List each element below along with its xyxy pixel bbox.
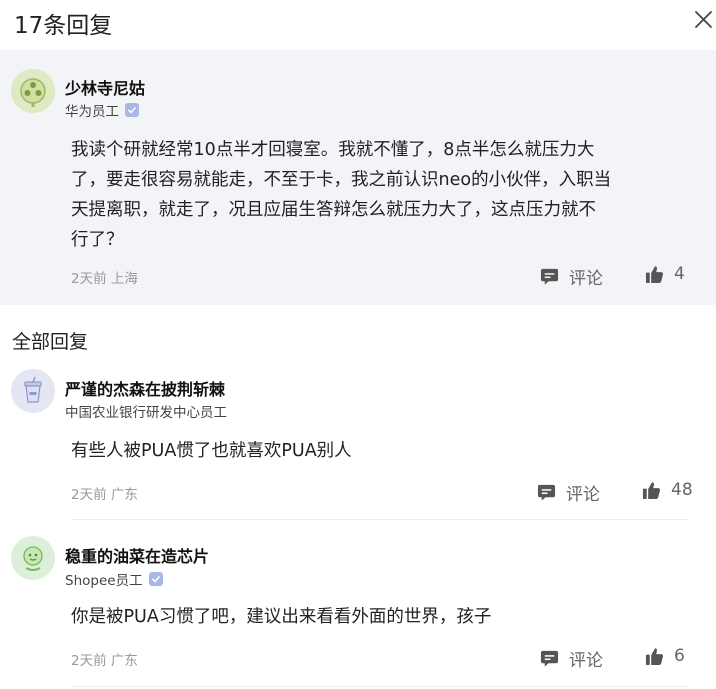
comment-button-label: 评论 (569, 651, 603, 671)
thumbs-up-icon (645, 265, 664, 283)
avatar[interactable] (11, 69, 55, 113)
divider (71, 519, 689, 520)
avatar[interactable] (11, 536, 55, 580)
like-count: 4 (674, 264, 685, 284)
avatar[interactable] (11, 369, 55, 413)
reply-meta: 2天前 广东 (71, 483, 138, 503)
comment-text: 我读个研就经常10点半才回寝室。我就不懂了，8点半怎么就压力大 了，要走很容易就… (71, 135, 611, 255)
comment-line: 行了？ (71, 230, 124, 250)
replies-section-title: 全部回复 (12, 331, 89, 353)
reply-count-title: 17条回复 (14, 13, 113, 39)
company-name: Shopee员工 (65, 573, 143, 589)
like-count: 48 (671, 480, 693, 500)
username[interactable]: 稳重的油菜在造芯片 (65, 543, 209, 567)
company-label: 华为员工 (65, 100, 139, 120)
main-comment: 少林寺尼姑 华为员工 我读个研就经常10点半才回寝室。我就不懂了，8点半怎么就压… (0, 50, 716, 305)
post-time: 2天前 (71, 653, 107, 669)
username[interactable]: 少林寺尼姑 (65, 75, 145, 99)
company-name: 中国农业银行研发中心员工 (65, 405, 227, 421)
divider (71, 686, 689, 687)
comment-button-label: 评论 (566, 485, 600, 505)
like-button[interactable]: 6 (645, 646, 685, 666)
thumbs-up-icon (642, 481, 661, 499)
username[interactable]: 严谨的杰森在披荆斩棘 (65, 376, 225, 400)
post-location: 广东 (110, 487, 138, 503)
comment-line: 天提离职，就走了，况且应届生答辩怎么就压力大了，这点压力就不 (71, 200, 596, 220)
post-location: 上海 (110, 271, 138, 287)
post-time: 2天前 (71, 487, 107, 503)
like-count: 6 (674, 646, 685, 666)
verified-badge-icon (125, 103, 139, 117)
panel-header: 17条回复 (0, 0, 716, 50)
close-button[interactable] (692, 8, 716, 32)
like-button[interactable]: 48 (642, 480, 693, 500)
verified-badge-icon (148, 572, 163, 586)
thumbs-up-icon (645, 647, 664, 665)
comment-button-label: 评论 (569, 269, 603, 289)
comment-button[interactable]: 评论 (540, 646, 603, 671)
reply-meta: 2天前 广东 (71, 649, 138, 669)
comment-line: 了，要走很容易就能走，不至于卡，我之前认识neo的小伙伴，入职当 (71, 170, 612, 190)
comment-button[interactable]: 评论 (537, 480, 600, 505)
company-label: Shopee员工 (65, 569, 163, 589)
reply-panel: { "header": { "title": "17条回复" }, "main_… (0, 0, 716, 689)
like-button[interactable]: 4 (645, 264, 685, 284)
comment-icon (540, 650, 559, 667)
comment-button[interactable]: 评论 (540, 264, 603, 289)
close-icon (695, 11, 712, 28)
comment-line: 我读个研就经常10点半才回寝室。我就不懂了，8点半怎么就压力大 (71, 140, 595, 160)
reply-text: 有些人被PUA惯了也就喜欢PUA别人 (71, 441, 352, 461)
post-time: 2天前 (71, 271, 107, 287)
comment-meta: 2天前 上海 (71, 267, 138, 287)
comment-icon (540, 268, 559, 285)
company-label: 中国农业银行研发中心员工 (65, 401, 227, 421)
company-name: 华为员工 (65, 104, 119, 120)
post-location: 广东 (110, 653, 138, 669)
comment-icon (537, 484, 556, 501)
reply-text: 你是被PUA习惯了吧，建议出来看看外面的世界，孩子 (71, 607, 492, 627)
